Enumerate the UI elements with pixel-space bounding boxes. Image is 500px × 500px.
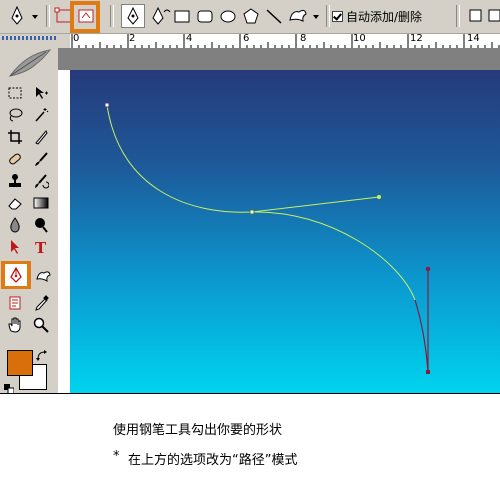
canvas-pasteboard <box>58 48 500 70</box>
freeform-pen-icon[interactable] <box>150 4 172 28</box>
chevron-down-icon[interactable] <box>30 4 40 28</box>
ruler-label: 14 <box>467 34 480 44</box>
magic-wand-icon[interactable] <box>30 104 52 126</box>
gradient-icon[interactable] <box>30 192 52 214</box>
healing-brush-icon[interactable] <box>4 148 26 170</box>
line-icon[interactable] <box>265 4 283 28</box>
dodge-icon[interactable] <box>30 214 52 236</box>
anchor-point-middle <box>249 209 255 215</box>
rounded-rectangle-icon[interactable] <box>196 4 214 28</box>
path-selection-icon[interactable] <box>4 236 26 258</box>
path-segment-lower <box>251 211 416 301</box>
direction-handle-top <box>425 266 431 272</box>
checkbox-icon[interactable] <box>332 10 343 22</box>
marquee-icon[interactable] <box>4 82 26 104</box>
ruler-label: 2 <box>129 34 136 44</box>
pen-path-overlay[interactable] <box>70 70 500 394</box>
swap-colors-icon[interactable] <box>36 346 48 361</box>
path-area-add-icon[interactable] <box>468 4 484 28</box>
foreground-color-swatch[interactable] <box>7 350 33 376</box>
options-bar: 自动添加/删除 <box>0 0 500 34</box>
ruler-label: 12 <box>410 34 423 44</box>
zoom-icon[interactable] <box>30 314 52 336</box>
lasso-icon[interactable] <box>4 104 26 126</box>
ruler-label: 0 <box>73 34 80 44</box>
caption-line: 在上方的选项改为“路径”模式 <box>128 453 298 468</box>
notes-icon[interactable] <box>4 292 26 314</box>
hand-icon[interactable] <box>4 314 26 336</box>
path-segment-upper <box>106 104 253 213</box>
ruler-label: 4 <box>186 34 193 44</box>
move-icon[interactable] <box>30 82 52 104</box>
default-colors-icon[interactable] <box>4 379 15 395</box>
anchor-point-end <box>426 370 430 374</box>
direction-handle <box>377 195 381 199</box>
blur-icon[interactable] <box>4 214 26 236</box>
caption-line: 使用钢笔工具勾出你要的形状 <box>113 423 283 438</box>
history-brush-icon[interactable] <box>30 170 52 192</box>
eraser-icon[interactable] <box>4 192 26 214</box>
pen-preset-icon[interactable] <box>6 4 28 28</box>
caption-bullet: * <box>113 449 120 464</box>
chevron-down-icon[interactable] <box>311 4 321 28</box>
eyedropper-icon[interactable] <box>30 292 52 314</box>
paths-mode-icon[interactable] <box>76 4 96 28</box>
clone-stamp-icon[interactable] <box>4 170 26 192</box>
slice-icon[interactable] <box>30 126 52 148</box>
path-area-subtract-icon[interactable] <box>487 4 500 28</box>
type-icon[interactable]: T <box>30 236 52 258</box>
rectangle-icon[interactable] <box>173 4 191 28</box>
custom-shape-icon[interactable] <box>32 264 54 286</box>
crop-icon[interactable] <box>4 126 26 148</box>
direction-line <box>251 196 380 213</box>
caption-box: 使用钢笔工具勾出你要的形状 * 在上方的选项改为“路径”模式 <box>0 393 500 500</box>
horizontal-ruler: 0 2 4 6 8 10 12 14 <box>70 34 500 49</box>
toolbox-title-bar[interactable] <box>2 36 56 40</box>
ellipse-icon[interactable] <box>219 4 237 28</box>
ruler-label: 6 <box>243 34 250 44</box>
polygon-icon[interactable] <box>242 4 260 28</box>
toolbox: T <box>0 34 59 395</box>
pen-tool-option-icon[interactable] <box>121 4 145 28</box>
svg-text:T: T <box>35 239 47 255</box>
feather-logo-icon[interactable] <box>6 46 54 80</box>
ruler-label: 8 <box>300 34 307 44</box>
anchor-point-start <box>104 102 110 108</box>
pen-icon[interactable] <box>5 264 27 286</box>
brush-icon[interactable] <box>30 148 52 170</box>
path-segment-tail <box>414 299 429 373</box>
ruler-label: 10 <box>353 34 366 44</box>
auto-add-delete-checkbox[interactable]: 自动添加/删除 <box>332 8 422 24</box>
auto-add-delete-label: 自动添加/删除 <box>346 9 423 24</box>
custom-shape-icon[interactable] <box>287 4 309 28</box>
